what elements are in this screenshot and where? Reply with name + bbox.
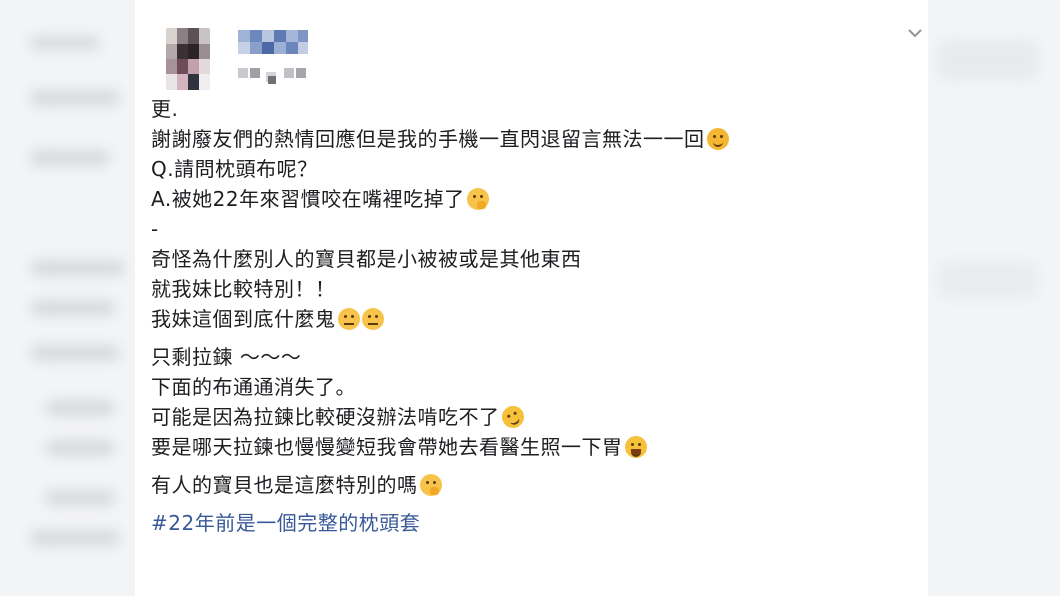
crying-face-emoji-icon bbox=[706, 128, 729, 150]
post-text: 更. 謝謝廢友們的熱情回應但是我的手機一直閃退留言無法一一回 Q.請問枕頭布呢？… bbox=[151, 94, 911, 538]
post-line: 謝謝廢友們的熱情回應但是我的手機一直閃退留言無法一一回 bbox=[151, 124, 911, 154]
post-line: 只剩拉鍊 ～～～ bbox=[151, 345, 302, 369]
post-line: 有人的寶貝也是這麼特別的嗎 bbox=[151, 470, 911, 500]
post-line: 奇怪為什麼別人的寶貝都是小被被或是其他東西 bbox=[151, 247, 582, 271]
post-line: 下面的布通通消失了。 bbox=[151, 375, 356, 399]
eye-roll-emoji-icon bbox=[361, 308, 384, 330]
post-line: Q.請問枕頭布呢？ bbox=[151, 157, 318, 181]
thinking-face-emoji-icon bbox=[466, 188, 489, 210]
eye-roll-emoji-icon bbox=[337, 308, 360, 330]
avatar[interactable] bbox=[166, 28, 210, 90]
rolling-laughing-emoji-icon bbox=[497, 402, 528, 432]
blurred-right-feed bbox=[928, 0, 1060, 596]
post-line: A.被她22年來習慣咬在嘴裡吃掉了 bbox=[151, 184, 911, 214]
post-line: 要是哪天拉鍊也慢慢變短我會帶她去看醫生照一下胃 bbox=[151, 432, 911, 462]
post-meta-pixelated[interactable] bbox=[238, 66, 308, 86]
chevron-down-icon[interactable] bbox=[904, 22, 926, 44]
post-line: 我妹這個到底什麼鬼 bbox=[151, 304, 911, 334]
laughing-tears-emoji-icon bbox=[624, 436, 647, 458]
post-line: 就我妹比較特別！！ bbox=[151, 277, 336, 301]
thinking-face-emoji-icon bbox=[419, 474, 442, 496]
author-name-pixelated[interactable] bbox=[238, 30, 308, 56]
hashtag-link[interactable]: #22年前是一個完整的枕頭套 bbox=[151, 508, 911, 538]
post-line: - bbox=[151, 217, 159, 241]
post-line: 可能是因為拉鍊比較硬沒辦法啃吃不了 bbox=[151, 402, 911, 432]
post-line: 更. bbox=[151, 97, 179, 121]
blurred-left-feed bbox=[0, 0, 135, 596]
